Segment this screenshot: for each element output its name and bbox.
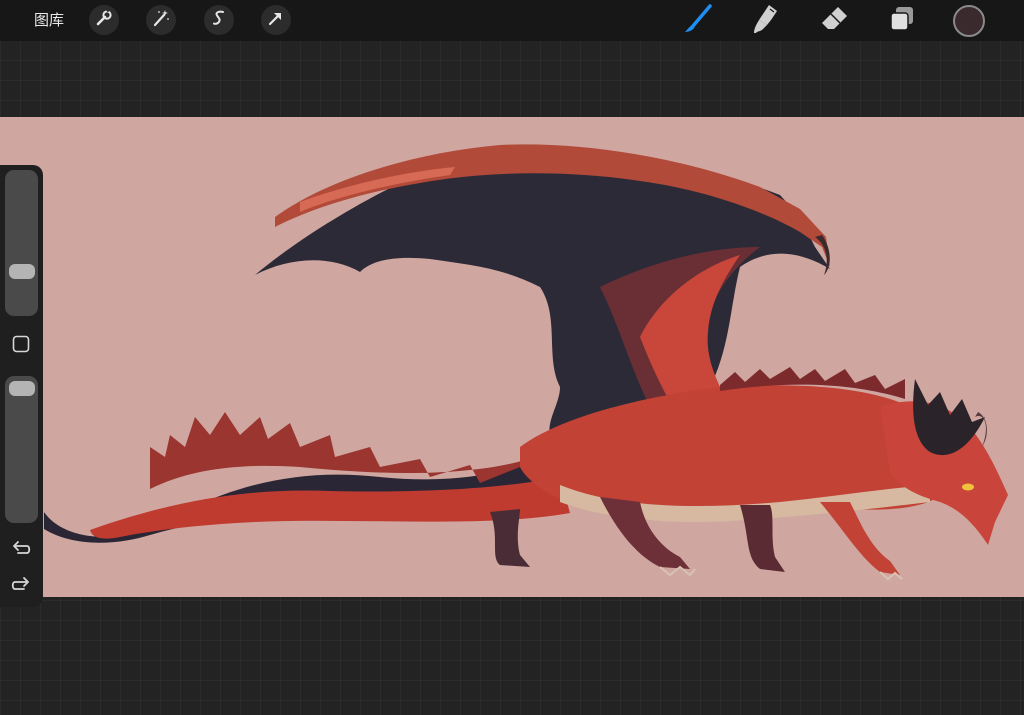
redo-icon <box>10 574 32 600</box>
smudge-tool-button[interactable] <box>750 5 782 37</box>
top-toolbar: 图库 <box>0 0 1024 41</box>
selection-s-icon <box>210 9 228 31</box>
dragon-artwork <box>44 144 1008 581</box>
transform-arrow-icon <box>267 9 285 31</box>
redo-button[interactable] <box>9 575 33 599</box>
left-sidebar <box>0 165 43 607</box>
transform-button[interactable] <box>261 5 291 35</box>
eraser-icon <box>818 3 850 39</box>
brush-icon <box>682 3 714 39</box>
modify-square-icon <box>11 334 31 358</box>
eraser-tool-button[interactable] <box>818 5 850 37</box>
layers-button[interactable] <box>886 5 918 37</box>
gallery-button[interactable]: 图库 <box>34 9 64 31</box>
wrench-icon <box>95 8 113 31</box>
brush-size-slider[interactable] <box>5 170 38 316</box>
color-picker-button[interactable] <box>953 5 985 37</box>
brush-tool-button[interactable] <box>682 3 714 39</box>
modify-button[interactable] <box>9 334 33 358</box>
adjustments-button[interactable] <box>146 5 176 35</box>
smudge-icon <box>750 3 782 39</box>
undo-icon <box>10 538 32 564</box>
undo-button[interactable] <box>9 539 33 563</box>
magic-wand-icon <box>152 9 170 31</box>
brush-size-handle[interactable] <box>9 264 35 279</box>
layers-icon <box>886 3 918 39</box>
opacity-slider[interactable] <box>5 376 38 523</box>
actions-button[interactable] <box>89 5 119 35</box>
drawing-canvas[interactable] <box>0 117 1024 597</box>
selection-button[interactable] <box>204 5 234 35</box>
opacity-handle[interactable] <box>9 381 35 396</box>
